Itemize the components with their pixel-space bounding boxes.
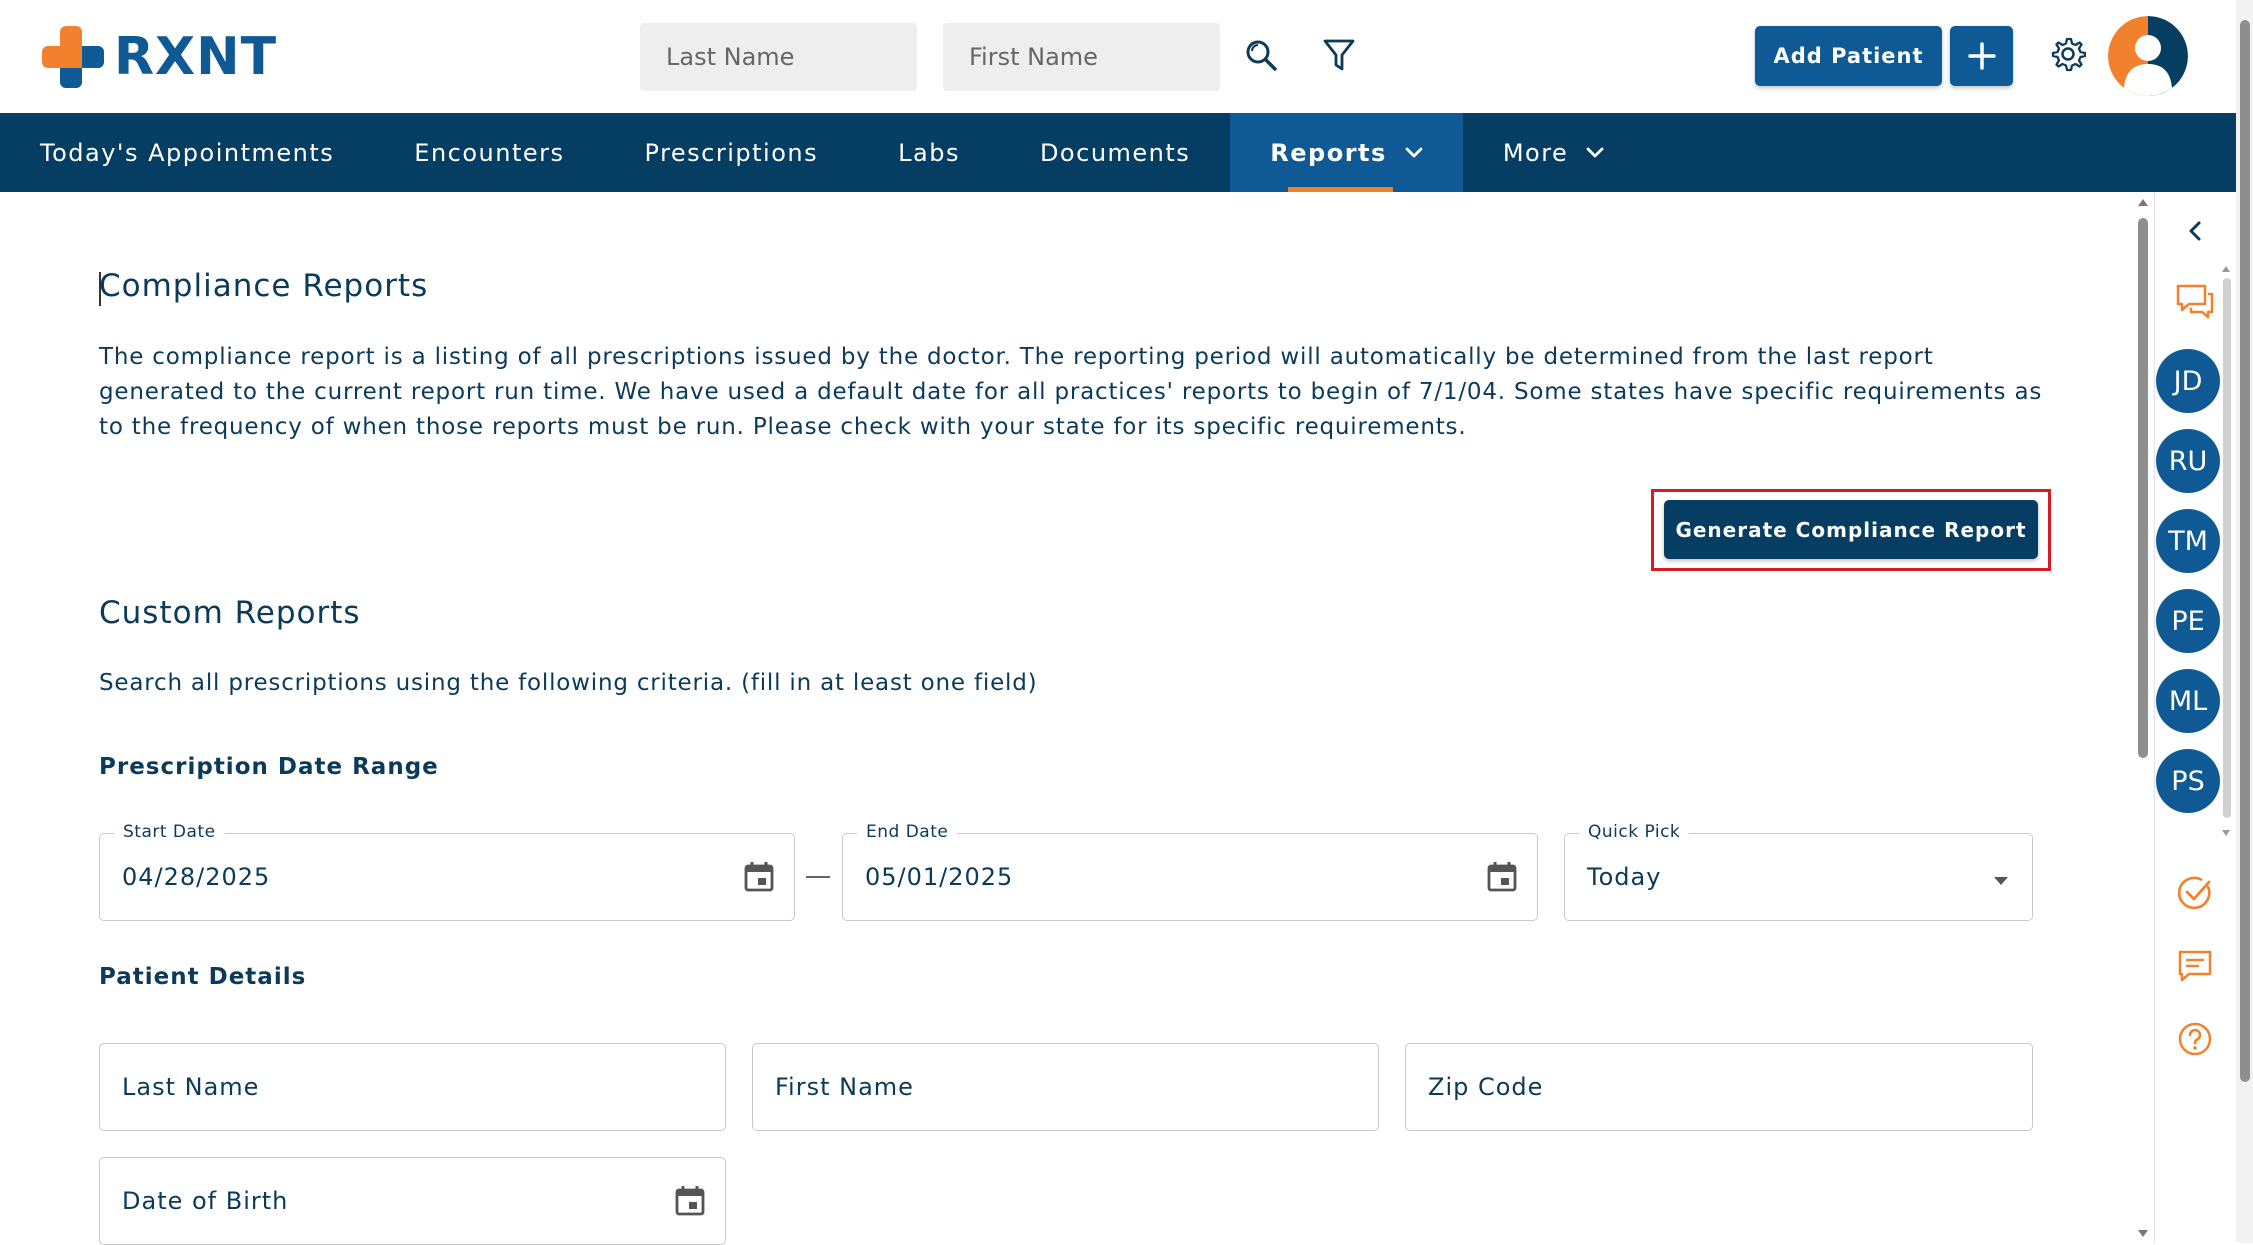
add-button[interactable] (1950, 26, 2013, 86)
generate-compliance-report-button[interactable]: Generate Compliance Report (1664, 500, 2038, 559)
nav-label: More (1502, 138, 1569, 167)
user-chip-ru[interactable]: RU (2156, 429, 2220, 493)
user-chip-pe[interactable]: PE (2156, 589, 2220, 653)
date-of-birth-input[interactable]: Date of Birth (99, 1157, 726, 1245)
first-name-placeholder: First Name (775, 1073, 914, 1101)
zip-code-input[interactable]: Zip Code (1405, 1043, 2033, 1131)
nav-documents[interactable]: Documents (1000, 113, 1230, 192)
nav-todays-appointments[interactable]: Today's Appointments (0, 113, 374, 192)
chevron-down-icon (1405, 147, 1423, 159)
caret-down-icon (1992, 872, 2010, 885)
quick-pick-label: Quick Pick (1579, 822, 1690, 842)
user-avatar-icon[interactable] (2108, 16, 2188, 96)
start-date-field[interactable]: Start Date 04/28/2025 (99, 822, 795, 921)
search-first-name-input[interactable] (943, 23, 1220, 91)
messages-icon[interactable] (2170, 941, 2220, 991)
nav-labs[interactable]: Labs (858, 113, 1000, 192)
dob-placeholder: Date of Birth (122, 1187, 289, 1215)
nav-label: Reports (1270, 138, 1387, 167)
nav-prescriptions[interactable]: Prescriptions (605, 113, 859, 192)
quick-pick-value: Today (1587, 863, 1662, 891)
search-icon[interactable] (1238, 32, 1284, 78)
sidebar-scroll-up-icon[interactable] (2221, 265, 2231, 273)
nav-encounters[interactable]: Encounters (374, 113, 604, 192)
nav-reports[interactable]: Reports (1230, 113, 1463, 192)
tasks-check-icon[interactable] (2170, 868, 2220, 918)
help-icon[interactable] (2170, 1014, 2220, 1064)
nav-label: Prescriptions (644, 138, 819, 167)
calendar-icon[interactable] (1485, 860, 1519, 894)
search-last-name-input[interactable] (640, 23, 917, 91)
end-date-label: End Date (857, 822, 958, 842)
compliance-description: The compliance report is a listing of al… (99, 344, 2043, 440)
scroll-down-arrow-icon[interactable] (2137, 1229, 2149, 1239)
nav-label: Encounters (414, 138, 565, 167)
custom-reports-subtitle: Search all prescriptions using the follo… (99, 670, 1038, 696)
end-date-value: 05/01/2025 (865, 863, 1014, 891)
patient-details-label: Patient Details (99, 964, 307, 990)
prescription-date-range-label: Prescription Date Range (99, 754, 439, 780)
user-chip-jd[interactable]: JD (2156, 349, 2220, 413)
filter-icon[interactable] (1316, 32, 1362, 78)
date-range-separator (806, 876, 830, 878)
quick-pick-select[interactable]: Quick Pick Today (1564, 822, 2033, 921)
main-nav: Today's Appointments Encounters Prescrip… (0, 113, 2236, 192)
chevron-down-icon (1586, 147, 1604, 159)
start-date-label: Start Date (114, 822, 225, 842)
chat-bubbles-icon[interactable] (2170, 277, 2220, 327)
logo-text: RXNT (114, 27, 278, 87)
add-patient-button[interactable]: Add Patient (1755, 26, 1942, 86)
calendar-icon[interactable] (742, 860, 776, 894)
sidebar-scroll-down-icon[interactable] (2221, 829, 2231, 837)
nav-label: Documents (1039, 138, 1191, 167)
gear-icon[interactable] (2045, 31, 2091, 77)
plus-icon (1967, 42, 1996, 70)
app-header: RXNT Add Patient (0, 0, 2236, 113)
nav-label: Today's Appointments (40, 138, 335, 167)
calendar-icon[interactable] (673, 1184, 707, 1218)
sidebar-scroll-thumb[interactable] (2223, 278, 2231, 818)
zip-code-placeholder: Zip Code (1428, 1073, 1544, 1101)
collapse-chevron-left-icon[interactable] (2170, 206, 2220, 256)
logo-cross-icon (42, 26, 104, 88)
user-chip-tm[interactable]: TM (2156, 509, 2220, 573)
nav-label: Labs (898, 138, 960, 167)
last-name-placeholder: Last Name (122, 1073, 260, 1101)
custom-reports-title: Custom Reports (99, 595, 361, 631)
user-chip-ps[interactable]: PS (2156, 749, 2220, 813)
nav-more[interactable]: More (1463, 113, 1645, 192)
content-scroll-thumb[interactable] (2138, 218, 2148, 758)
scroll-up-arrow-icon[interactable] (2137, 197, 2149, 207)
compliance-reports-title: Compliance Reports (99, 268, 429, 304)
start-date-value: 04/28/2025 (122, 863, 271, 891)
patient-last-name-input[interactable]: Last Name (99, 1043, 726, 1131)
patient-first-name-input[interactable]: First Name (752, 1043, 1379, 1131)
window-scroll-thumb[interactable] (2240, 20, 2250, 1082)
rxnt-logo[interactable]: RXNT (42, 26, 277, 88)
end-date-field[interactable]: End Date 05/01/2025 (842, 822, 1538, 921)
user-chip-ml[interactable]: ML (2156, 669, 2220, 733)
